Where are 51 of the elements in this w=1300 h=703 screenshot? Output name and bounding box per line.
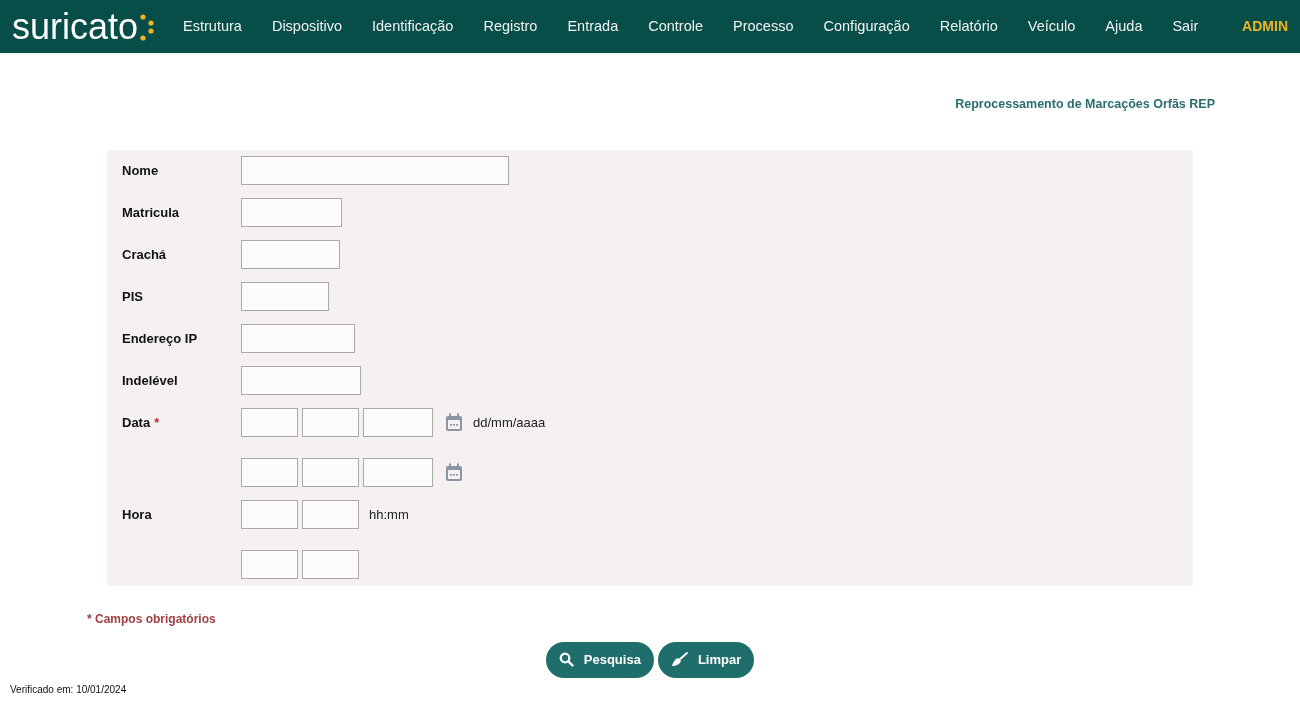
- input-field[interactable]: [363, 458, 433, 488]
- required-mark: *: [154, 415, 160, 430]
- page-title: Reprocessamento de Marcações Orfãs REP: [954, 96, 1215, 113]
- field-label: PIS: [122, 289, 143, 304]
- field-label: Crachá: [122, 247, 167, 262]
- input-field[interactable]: [302, 408, 359, 438]
- nav-link[interactable]: Entrada: [567, 15, 619, 38]
- nav-link[interactable]: Veículo: [1027, 15, 1076, 38]
- nav-link[interactable]: Registro: [483, 15, 538, 38]
- input-field[interactable]: [241, 324, 355, 354]
- search-icon: [558, 652, 574, 668]
- nav-link[interactable]: Processo: [733, 15, 794, 38]
- input-field[interactable]: [302, 550, 359, 580]
- input-field[interactable]: [241, 240, 340, 270]
- field-label: Nome: [122, 163, 159, 178]
- user-name: ADMIN: [1242, 17, 1288, 36]
- field-label: Matricula: [122, 205, 180, 220]
- broom-icon: [670, 652, 688, 668]
- required-note: * Campos obrigatórios: [87, 610, 217, 628]
- input-field[interactable]: [241, 500, 298, 530]
- field-label: Hora: [122, 507, 152, 522]
- input-field[interactable]: [241, 282, 329, 312]
- nav-link[interactable]: Identificação: [372, 15, 454, 38]
- input-field[interactable]: [241, 550, 298, 580]
- verified-date: Verificado em: 10/01/2024: [10, 682, 128, 697]
- nav-link[interactable]: Ajuda: [1105, 15, 1143, 38]
- field-label: Indelével: [122, 373, 178, 388]
- clear-button[interactable]: Limpar: [657, 641, 755, 678]
- nav-link[interactable]: Controle: [648, 15, 704, 38]
- calendar-icon[interactable]: [445, 463, 463, 483]
- input-field[interactable]: [241, 458, 298, 488]
- input-field[interactable]: [363, 408, 433, 438]
- nav-link[interactable]: Estrutura: [183, 15, 242, 38]
- nav-link[interactable]: Sair: [1172, 15, 1199, 38]
- calendar-icon[interactable]: [445, 413, 463, 433]
- brand-logo: suricato: [12, 8, 139, 45]
- input-field[interactable]: [241, 198, 342, 228]
- format-hint: hh:mm: [369, 506, 409, 524]
- nav-link[interactable]: Relatório: [939, 15, 998, 38]
- search-button[interactable]: Pesquisa: [545, 641, 654, 678]
- format-hint: dd/mm/aaaa: [473, 414, 546, 432]
- field-label: Data: [122, 415, 151, 430]
- field-label: Endereço IP: [122, 331, 198, 346]
- dots-icon: [139, 11, 156, 42]
- input-field[interactable]: [241, 366, 361, 396]
- input-field[interactable]: [302, 458, 359, 488]
- input-field[interactable]: [241, 408, 298, 438]
- nav-link[interactable]: Dispositivo: [271, 15, 342, 38]
- input-field[interactable]: [302, 500, 359, 530]
- nav-link[interactable]: Configuração: [823, 15, 910, 38]
- input-field[interactable]: [241, 156, 509, 186]
